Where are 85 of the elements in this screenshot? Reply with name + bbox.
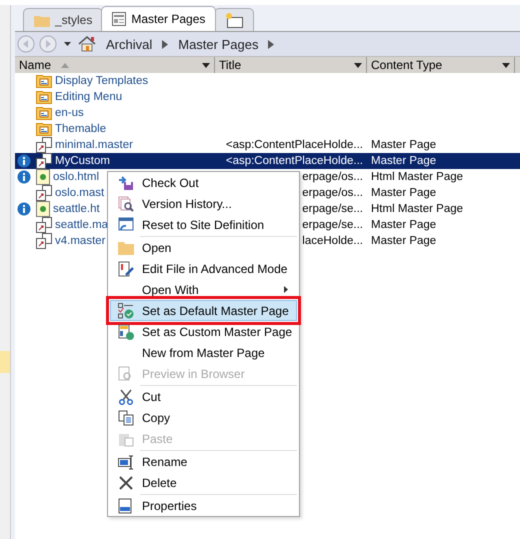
master-page-icon — [36, 185, 52, 201]
dropdown-icon[interactable] — [354, 62, 362, 68]
page-icon — [112, 12, 126, 26]
submenu-arrow-icon — [284, 286, 288, 293]
edit-icon — [118, 260, 134, 276]
copy-icon — [118, 410, 134, 426]
reset-icon — [118, 216, 134, 232]
file-name: oslo.html — [53, 171, 100, 183]
column-title: Name — [19, 58, 52, 72]
tab[interactable]: Master Pages — [101, 6, 216, 31]
master-page-icon — [36, 217, 52, 233]
folder-icon — [36, 122, 52, 136]
menu-item[interactable]: Delete — [110, 472, 297, 493]
title-text: <asp:ContentPlaceHolde... — [226, 155, 363, 167]
file-name: Themable — [55, 123, 106, 135]
menu-item[interactable]: New from Master Page — [110, 342, 297, 363]
breadcrumb-link[interactable]: Archival — [100, 36, 158, 52]
file-name: oslo.mast — [55, 187, 104, 199]
column-title: Content Type — [371, 58, 442, 72]
menu-item[interactable]: Edit File in Advanced Mode — [110, 258, 297, 279]
menu-item[interactable]: Version History... — [110, 193, 297, 214]
breadcrumb-link[interactable]: Master Pages — [172, 36, 264, 52]
content-type-text: Html Master Page — [371, 171, 464, 183]
file-name: Display Templates — [55, 75, 148, 87]
content-type-text: Master Page — [371, 187, 436, 199]
column-header[interactable]: Content Type — [367, 57, 515, 73]
history-icon — [118, 196, 134, 212]
column-header[interactable]: Title — [215, 57, 367, 73]
title-text: erpage/os... — [302, 187, 363, 199]
page-check-icon — [118, 324, 134, 340]
file-name: seattle.ma — [55, 219, 108, 231]
scissors-icon — [118, 388, 134, 404]
dropdown-icon[interactable] — [502, 62, 510, 68]
properties-icon — [118, 498, 134, 514]
title-text: erpage/se... — [302, 203, 363, 215]
file-name: Editing Menu — [55, 91, 122, 103]
master-page-icon — [36, 137, 52, 153]
title-text: <asp:ContentPlaceHolde... — [226, 139, 363, 151]
menu-item[interactable]: Check Out — [110, 172, 297, 193]
file-name: seattle.ht — [53, 203, 100, 215]
checklist-icon — [118, 302, 134, 318]
menu-item[interactable]: Rename — [110, 451, 297, 472]
chevron-icon[interactable] — [162, 40, 168, 48]
chevron-icon[interactable] — [268, 40, 274, 48]
menu-item[interactable]: Copy — [110, 407, 297, 428]
content-type-text: Master Page — [371, 155, 436, 167]
title-text: erpage/se... — [302, 219, 363, 231]
rename-icon — [118, 454, 134, 470]
folder-icon — [36, 106, 52, 120]
title-text: erpage/os... — [302, 171, 363, 183]
menu-item[interactable]: Properties — [110, 495, 297, 516]
menu-item[interactable]: Open — [110, 237, 297, 258]
file-name: minimal.master — [55, 139, 133, 151]
column-title: Title — [219, 58, 242, 72]
dropdown-icon[interactable] — [202, 62, 210, 68]
file-name: en-us — [55, 107, 84, 119]
delete-icon — [118, 474, 134, 490]
menu-item[interactable]: Set as Custom Master Page — [110, 321, 297, 342]
tab[interactable]: _styles — [23, 8, 104, 31]
menu-item[interactable]: Cut — [110, 386, 297, 407]
html-page-icon — [36, 169, 50, 185]
folder-icon — [36, 90, 52, 104]
home-icon — [78, 36, 96, 52]
sort-icon — [61, 62, 70, 68]
html-page-icon — [36, 201, 50, 217]
file-name: MyCustom — [55, 155, 110, 167]
history-dropdown-icon[interactable] — [64, 42, 71, 46]
content-type-text: Master Page — [371, 139, 436, 151]
column-header[interactable]: Name — [15, 57, 215, 73]
file-name: v4.master — [55, 235, 106, 247]
master-page-icon — [36, 233, 52, 249]
menu-item[interactable]: Open With — [110, 279, 297, 300]
content-type-text: Master Page — [371, 235, 436, 247]
new-tab-icon — [225, 12, 244, 28]
master-page-icon — [36, 153, 52, 169]
selected-row[interactable]: MyCustom <asp:ContentPlaceHolde... Master Page — [15, 153, 520, 169]
content-type-text: Master Page — [371, 219, 436, 231]
content-type-text: Html Master Page — [371, 203, 464, 215]
folder-icon — [34, 14, 50, 26]
checkout-icon — [118, 174, 134, 190]
menu-item[interactable]: Reset to Site Definition — [110, 214, 297, 235]
title-text: laceHolde... — [302, 235, 363, 247]
tab[interactable] — [214, 8, 254, 31]
folder-icon — [36, 74, 52, 88]
folder-icon — [118, 240, 134, 254]
